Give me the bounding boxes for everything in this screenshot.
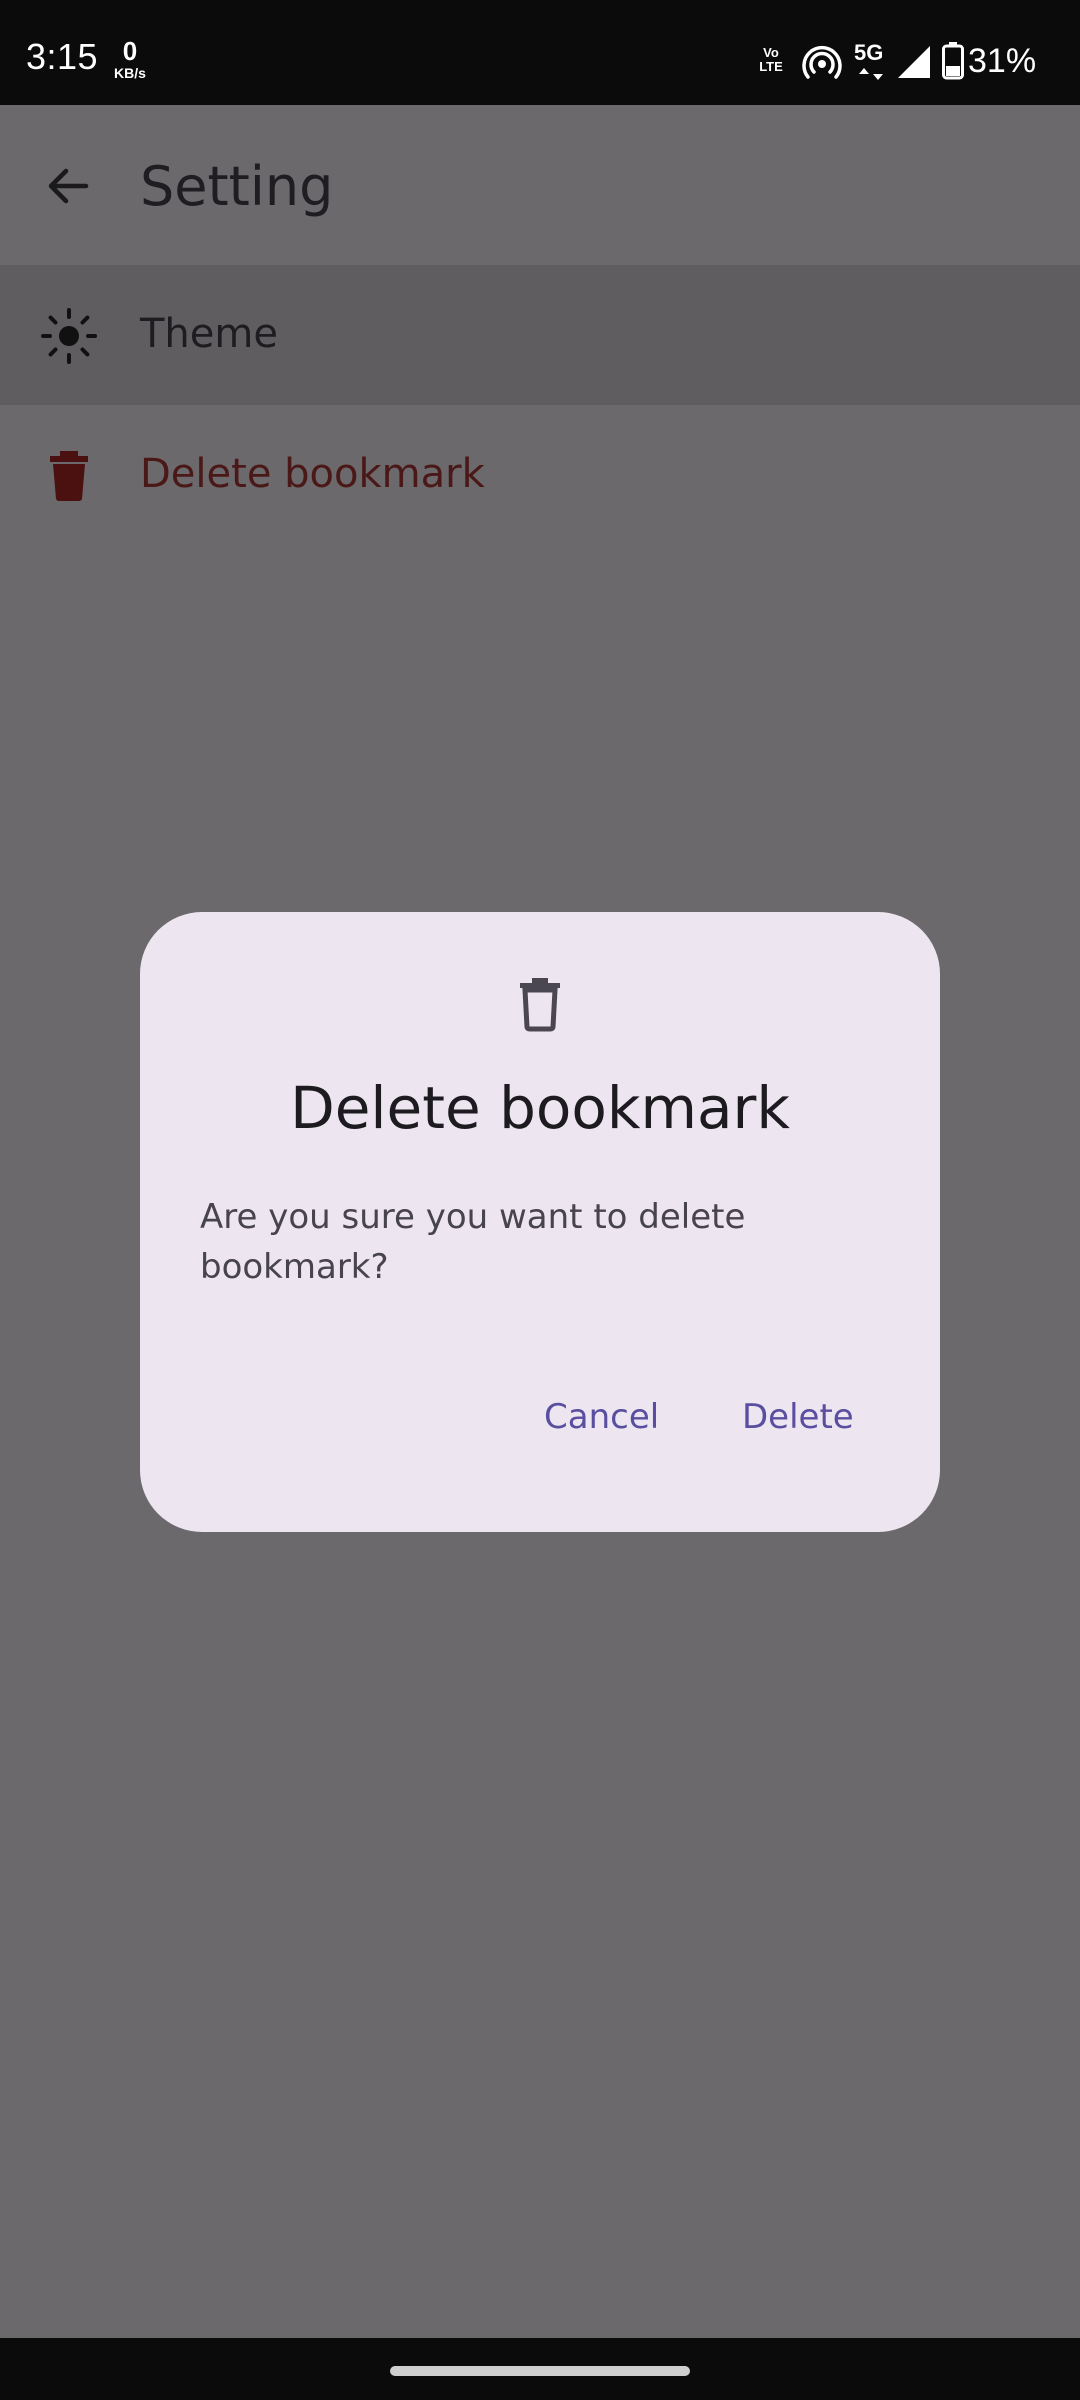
hotspot-icon <box>802 46 842 79</box>
page-title: Setting <box>140 155 334 218</box>
delete-bookmark-dialog: Delete bookmark Are you sure you want to… <box>140 912 940 1532</box>
dialog-message: Are you sure you want to delete bookmark… <box>200 1197 746 1287</box>
network-type: 5G <box>854 40 884 65</box>
net-speed-unit: KB/s <box>114 65 146 81</box>
5g-icon: 5G <box>852 40 892 84</box>
status-icons: Vo LTE 5G 31% <box>746 38 1056 88</box>
volte-line2: LTE <box>759 59 783 74</box>
trash-outline-icon <box>520 978 560 1032</box>
data-arrows-icon <box>859 68 883 80</box>
volte-line1: Vo <box>763 45 779 60</box>
navigation-bar <box>0 2338 1080 2400</box>
status-bar: 3:15 0 KB/s Vo LTE 5G 31% <box>0 0 1080 105</box>
signal-icon <box>898 46 930 78</box>
battery-percent: 31% <box>968 42 1037 80</box>
setting-item-delete-bookmark[interactable]: Delete bookmark <box>0 405 1080 545</box>
battery-icon <box>942 42 964 80</box>
status-time: 3:15 <box>26 36 99 77</box>
setting-item-label: Theme <box>140 311 278 357</box>
setting-item-theme[interactable]: Theme <box>0 265 1080 405</box>
arrow-left-icon[interactable] <box>42 160 94 212</box>
trash-icon <box>50 451 88 501</box>
net-speed-indicator: 0 KB/s <box>108 38 152 80</box>
cancel-button[interactable]: Cancel <box>532 1382 671 1452</box>
net-speed-value: 0 <box>122 36 138 66</box>
home-indicator[interactable] <box>390 2366 690 2376</box>
delete-button[interactable]: Delete <box>730 1382 866 1452</box>
app-bar: Setting <box>0 105 1080 265</box>
dialog-title: Delete bookmark <box>290 1074 790 1142</box>
sun-icon <box>41 308 97 364</box>
setting-item-label: Delete bookmark <box>140 451 485 497</box>
volte-icon: Vo LTE <box>746 46 796 74</box>
